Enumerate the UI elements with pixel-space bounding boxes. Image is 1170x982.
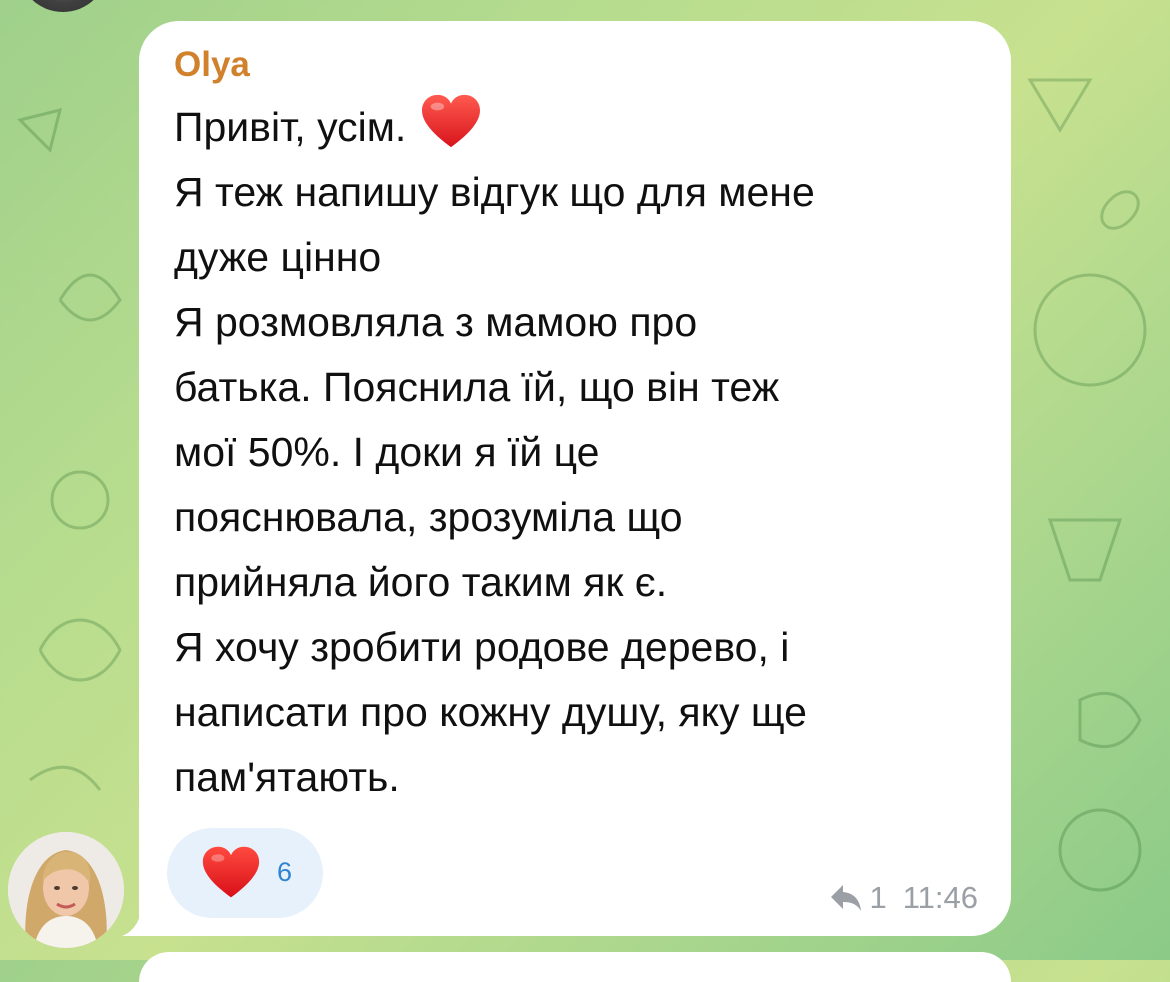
message-text: Привіт, усім. Я теж напишу відгук що для… bbox=[174, 93, 994, 810]
reply-count[interactable]: 1 bbox=[869, 880, 886, 916]
message-meta: 1 11:46 bbox=[829, 880, 978, 916]
message-line-3: дуже цінно bbox=[174, 234, 382, 280]
message-line-7: пояснювала, зрозуміла що bbox=[174, 494, 683, 540]
message-line-1-text: Привіт, усім. bbox=[174, 104, 407, 150]
red-heart-icon bbox=[202, 846, 260, 898]
heart-reaction-button[interactable]: 6 bbox=[167, 828, 323, 918]
reply-arrow-icon[interactable] bbox=[829, 883, 863, 913]
message-line-1: Привіт, усім. bbox=[174, 93, 994, 160]
message-line-4: Я розмовляла з мамою про bbox=[174, 299, 698, 345]
user-avatar-image bbox=[8, 832, 124, 948]
previous-message-avatar[interactable] bbox=[18, 0, 108, 12]
message-line-10: написати про кожну душу, яку ще bbox=[174, 689, 807, 735]
red-heart-emoji-icon bbox=[422, 94, 481, 148]
message-line-11: пам'ятають. bbox=[174, 754, 400, 800]
sender-name[interactable]: Olya bbox=[174, 45, 250, 85]
avatar[interactable] bbox=[8, 832, 124, 948]
message-line-9: Я хочу зробити родове дерево, і bbox=[174, 624, 790, 670]
reaction-count: 6 bbox=[277, 857, 293, 887]
message-line-8: прийняла його таким як є. bbox=[174, 559, 668, 605]
message-line-5: батька. Пояснила їй, що він теж bbox=[174, 364, 780, 410]
message-line-6: мої 50%. І доки я їй це bbox=[174, 429, 600, 475]
next-message-bubble[interactable] bbox=[139, 952, 1011, 982]
message-line-2: Я теж напишу відгук що для мене bbox=[174, 169, 815, 215]
message-bubble[interactable]: Olya Привіт, усім. Я теж напишу відгук щ… bbox=[139, 21, 1011, 936]
message-time: 11:46 bbox=[902, 880, 978, 915]
